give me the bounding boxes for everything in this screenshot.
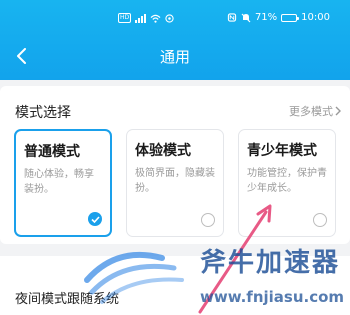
radio-checked[interactable] xyxy=(88,212,102,226)
mode-name: 体验模式 xyxy=(135,143,191,159)
more-modes-label: 更多模式 xyxy=(289,105,333,118)
wifi-icon xyxy=(150,14,161,23)
check-icon xyxy=(90,215,100,223)
mode-desc: 功能管控，保护青少年成长。 xyxy=(247,168,327,194)
mode-name: 青少年模式 xyxy=(247,143,317,159)
header: HD 71% 10:00 通用 xyxy=(0,0,350,80)
status-right: 71% 10:00 xyxy=(227,12,330,23)
status-bar: HD 71% 10:00 xyxy=(0,0,350,36)
more-modes-link[interactable]: 更多模式 xyxy=(289,103,342,119)
mode-desc: 极简界面，隐藏装扮。 xyxy=(135,168,215,194)
status-left: HD xyxy=(118,13,174,23)
section-title: 模式选择 xyxy=(15,105,71,121)
night-mode-section[interactable]: 夜间模式跟随系统 xyxy=(0,256,350,315)
mode-card-normal[interactable]: 普通模式 随心体验，畅享装扮。 xyxy=(14,129,112,237)
mute-icon xyxy=(241,13,251,22)
nfc-icon xyxy=(227,13,237,22)
page-title: 通用 xyxy=(159,48,190,66)
mode-card-experience[interactable]: 体验模式 极简界面，隐藏装扮。 xyxy=(126,129,224,237)
night-mode-label: 夜间模式跟随系统 xyxy=(15,292,120,307)
battery-percent: 71% xyxy=(254,12,278,23)
signal-icon xyxy=(135,13,147,23)
mode-card-teen[interactable]: 青少年模式 功能管控，保护青少年成长。 xyxy=(238,129,336,237)
mode-desc: 随心体验，畅享装扮。 xyxy=(24,169,94,195)
radio-unchecked[interactable] xyxy=(201,213,215,227)
clock: 10:00 xyxy=(301,12,330,23)
mode-selection-section: 模式选择 更多模式 普通模式 随心体验，畅享装扮。 体验模式 极简界面，隐藏装扮… xyxy=(0,86,350,244)
battery-icon xyxy=(281,13,300,22)
chevron-right-icon xyxy=(335,106,341,116)
mode-name: 普通模式 xyxy=(24,144,80,160)
nav-bar: 通用 xyxy=(0,36,350,76)
hotspot-icon xyxy=(165,13,174,23)
radio-unchecked[interactable] xyxy=(313,213,327,227)
hd-badge: HD xyxy=(118,13,132,23)
